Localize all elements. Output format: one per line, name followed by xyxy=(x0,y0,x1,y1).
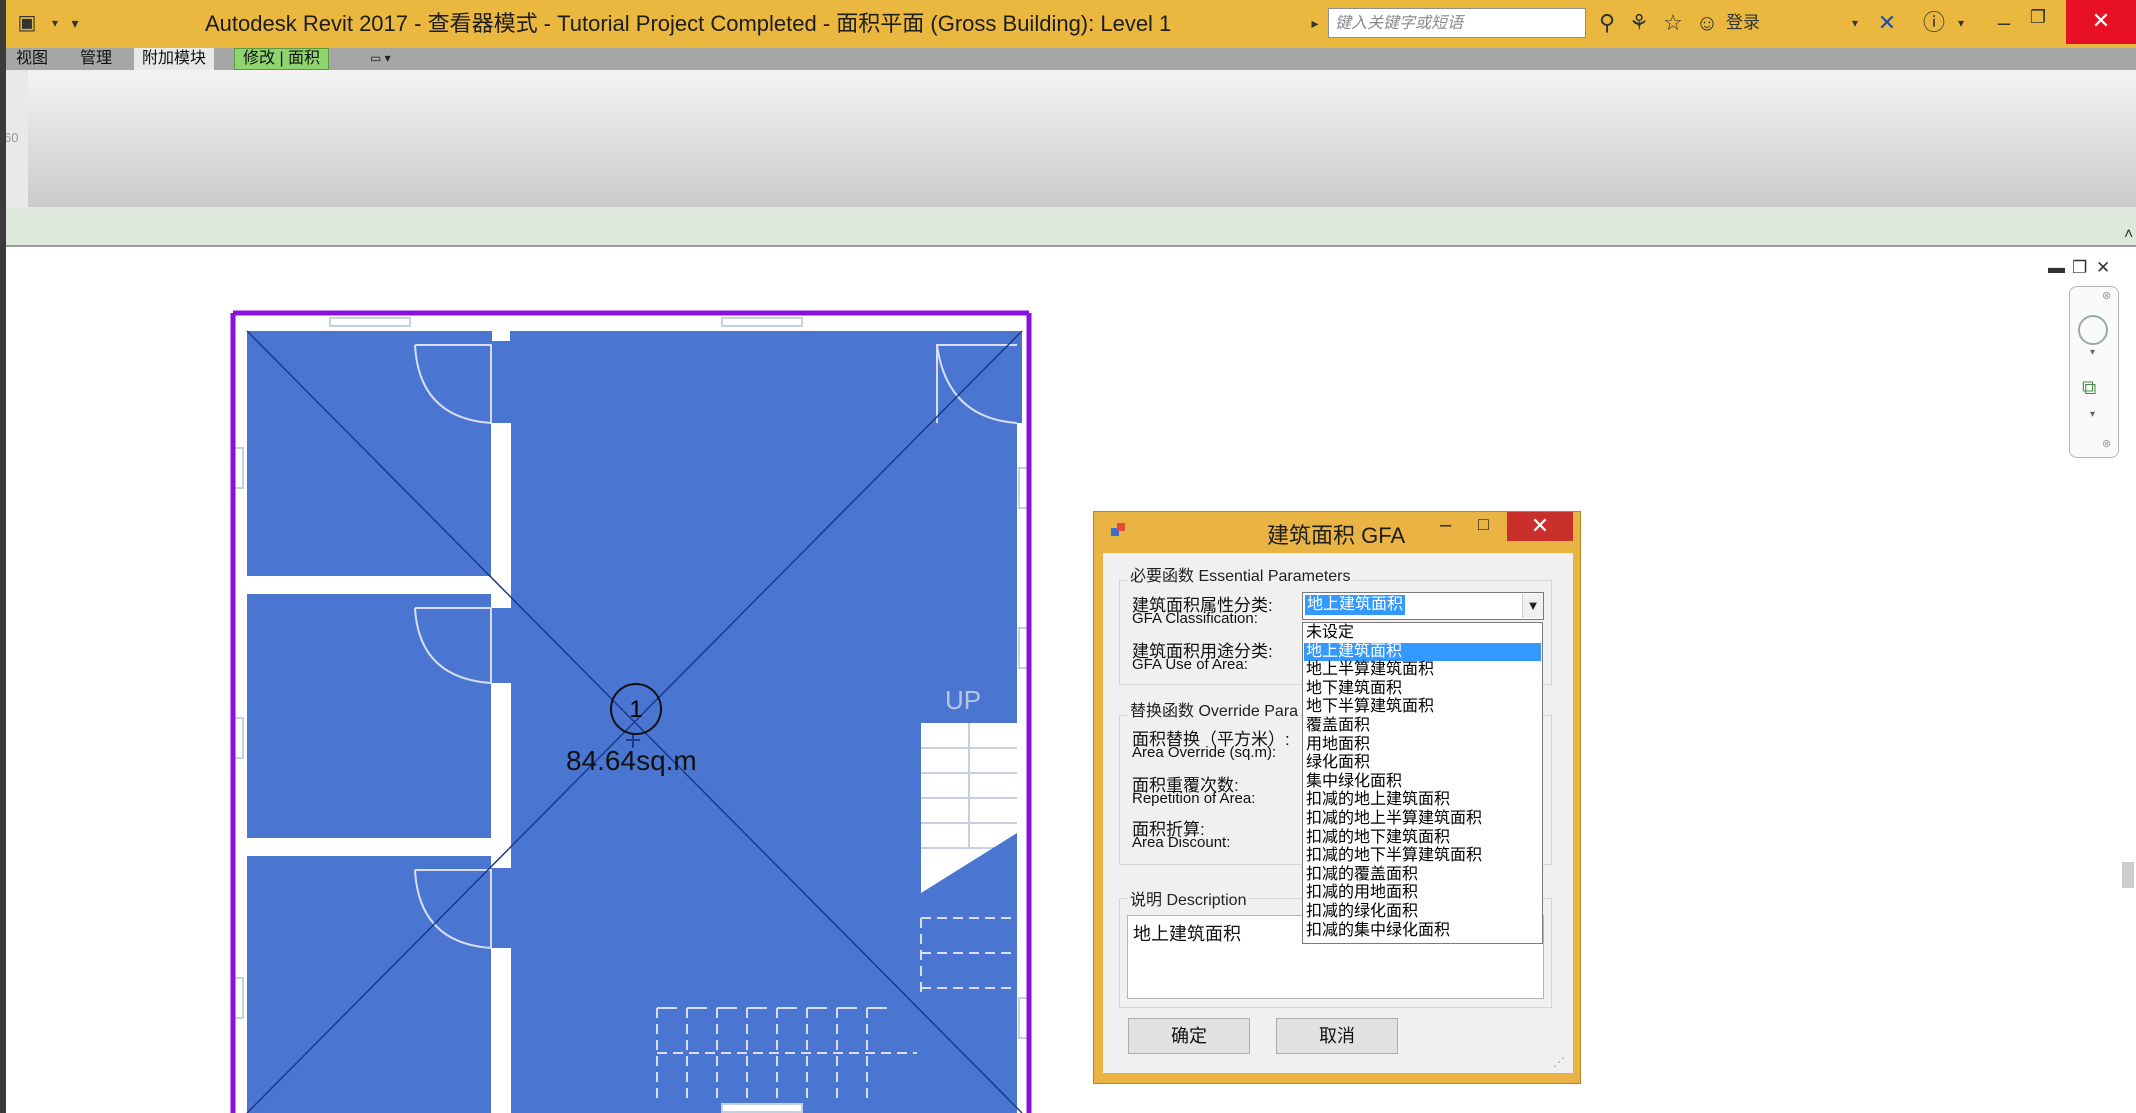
dropdown-option[interactable]: 未设定 xyxy=(1304,624,1541,643)
dialog-title: 建筑面积 GFA xyxy=(1267,523,1406,548)
dropdown-option[interactable]: 扣减的集中绿化面积 xyxy=(1304,922,1541,941)
view-close-icon[interactable]: ✕ xyxy=(2096,258,2110,278)
tab-add-ins[interactable]: 附加模块 xyxy=(134,48,215,70)
exchange-apps-icon[interactable]: ✕ xyxy=(1874,9,1900,37)
view-restore-icon[interactable]: ❐ xyxy=(2072,258,2087,278)
navigation-bar: ⊗ ▾ ⧉ ▾ ⊗ xyxy=(2069,286,2119,458)
ribbon-minimize-icon[interactable]: ▭ ▾ xyxy=(370,51,391,65)
dropdown-option[interactable]: 集中绿化面积 xyxy=(1304,773,1541,792)
dialog-minimize-button[interactable]: – xyxy=(1440,514,1451,537)
dropdown-option[interactable]: 扣减的绿化面积 xyxy=(1304,903,1541,922)
chevron-down-icon[interactable]: ▾ xyxy=(2090,347,2095,358)
interior-wall xyxy=(247,576,511,594)
area-tag-value[interactable]: 84.64sq.m xyxy=(566,745,697,777)
chevron-down-icon[interactable]: ▾ xyxy=(2090,409,2095,420)
description-text: 地上建筑面积 xyxy=(1133,924,1241,944)
dropdown-option[interactable]: 扣减的地下建筑面积 xyxy=(1304,829,1541,848)
subscription-icon[interactable]: ⚘ xyxy=(1626,9,1652,37)
dropdown-option[interactable]: 地上半算建筑面积 xyxy=(1304,661,1541,680)
tab-manage[interactable]: 管理 xyxy=(72,48,120,70)
steering-wheel-icon[interactable] xyxy=(2078,315,2108,345)
application-menu-icon[interactable]: ▣ xyxy=(14,10,40,36)
options-bar xyxy=(0,207,2136,247)
description-title: 说明 Description xyxy=(1128,886,1249,910)
view-minimize-icon[interactable]: ▬ xyxy=(2048,258,2065,278)
classification-dropdown-list: 未设定 地上建筑面积 地上半算建筑面积 地下建筑面积 地下半算建筑面积 覆盖面积 用地面积绿… xyxy=(1302,622,1543,944)
restore-button[interactable]: ❐ xyxy=(2024,3,2052,31)
left-edge xyxy=(0,0,6,1113)
dropdown-arrow-icon[interactable]: ▼ xyxy=(1522,594,1543,618)
help-icon[interactable]: ⓘ xyxy=(1920,9,1948,37)
window-title: Autodesk Revit 2017 - 查看器模式 - Tutorial P… xyxy=(205,11,1172,36)
close-icon[interactable]: ⊗ xyxy=(2102,289,2111,302)
area-tag-number[interactable]: 1 xyxy=(610,683,662,735)
quick-access-customize-icon[interactable]: ▾ xyxy=(62,10,88,36)
cancel-button[interactable]: 取消 xyxy=(1276,1018,1398,1054)
stair-up-label: UP xyxy=(944,685,982,715)
dropdown-option[interactable]: 地下半算建筑面积 xyxy=(1304,698,1541,717)
interior-wall xyxy=(247,838,511,856)
dropdown-option[interactable]: 扣减的地下半算建筑面积 xyxy=(1304,847,1541,866)
minimize-button[interactable]: – xyxy=(1990,9,2018,37)
dialog-maximize-button[interactable]: □ xyxy=(1478,514,1489,535)
binoculars-icon[interactable]: ⚲ xyxy=(1594,9,1620,37)
dropdown-option[interactable]: 绿化面积 xyxy=(1304,754,1541,773)
user-icon[interactable]: ☺ xyxy=(1694,9,1720,37)
close-button[interactable]: ✕ xyxy=(2066,0,2136,44)
dialog-close-button[interactable]: ✕ xyxy=(1507,512,1573,541)
zoom-region-icon[interactable]: ⧉ xyxy=(2082,377,2096,400)
dropdown-option[interactable]: 覆盖面积 xyxy=(1304,717,1541,736)
dropdown-option[interactable]: 地下建筑面积 xyxy=(1304,680,1541,699)
interior-wall xyxy=(491,948,511,1113)
dropdown-option[interactable]: 扣减的覆盖面积 xyxy=(1304,866,1541,885)
dropdown-option[interactable]: 用地面积 xyxy=(1304,736,1541,755)
ok-button[interactable]: 确定 xyxy=(1128,1018,1250,1054)
chevron-down-icon[interactable]: ▾ xyxy=(1954,9,1968,37)
expand-arrow-icon[interactable]: ▸ xyxy=(1308,9,1322,37)
area-override-label-en: Area Override (sq.m): xyxy=(1132,744,1277,761)
essential-parameters-title: 必要函数 Essential Parameters xyxy=(1128,562,1353,586)
scroll-up-icon[interactable]: ˄ xyxy=(2124,226,2133,244)
login-button[interactable]: 登录 xyxy=(1726,9,1760,37)
use-label-en: GFA Use of Area: xyxy=(1132,656,1248,673)
tab-view[interactable]: 视图 xyxy=(8,48,56,70)
chevron-down-icon[interactable]: ▾ xyxy=(1848,9,1862,37)
override-parameters-title: 替换函数 Override Para xyxy=(1128,697,1301,721)
settings-icon[interactable]: ⊗ xyxy=(2102,437,2111,450)
resize-grip-icon[interactable]: ⋰ xyxy=(1553,1055,1565,1069)
ribbon-panel xyxy=(0,70,2136,207)
repetition-label-en: Repetition of Area: xyxy=(1132,790,1256,807)
tab-modify-area[interactable]: 修改 | 面积 xyxy=(234,48,330,70)
dropdown-option[interactable]: 地上建筑面积 xyxy=(1304,642,1541,662)
star-icon[interactable]: ☆ xyxy=(1660,9,1686,37)
classification-label-en: GFA Classification: xyxy=(1132,610,1258,627)
discount-label-en: Area Discount: xyxy=(1132,834,1231,851)
app-icon xyxy=(1111,523,1125,536)
dropdown-option[interactable]: 扣减的地上半算建筑面积 xyxy=(1304,810,1541,829)
dropdown-option[interactable]: 扣减的用地面积 xyxy=(1304,884,1541,903)
combobox-value: 地上建筑面积 xyxy=(1303,594,1407,616)
ruler-text: 60 xyxy=(4,130,19,145)
search-input[interactable]: 键入关键字或短语 xyxy=(1328,8,1586,38)
dropdown-option[interactable]: 扣减的地上建筑面积 xyxy=(1304,791,1541,810)
vertical-scrollbar-thumb[interactable] xyxy=(2122,862,2134,888)
